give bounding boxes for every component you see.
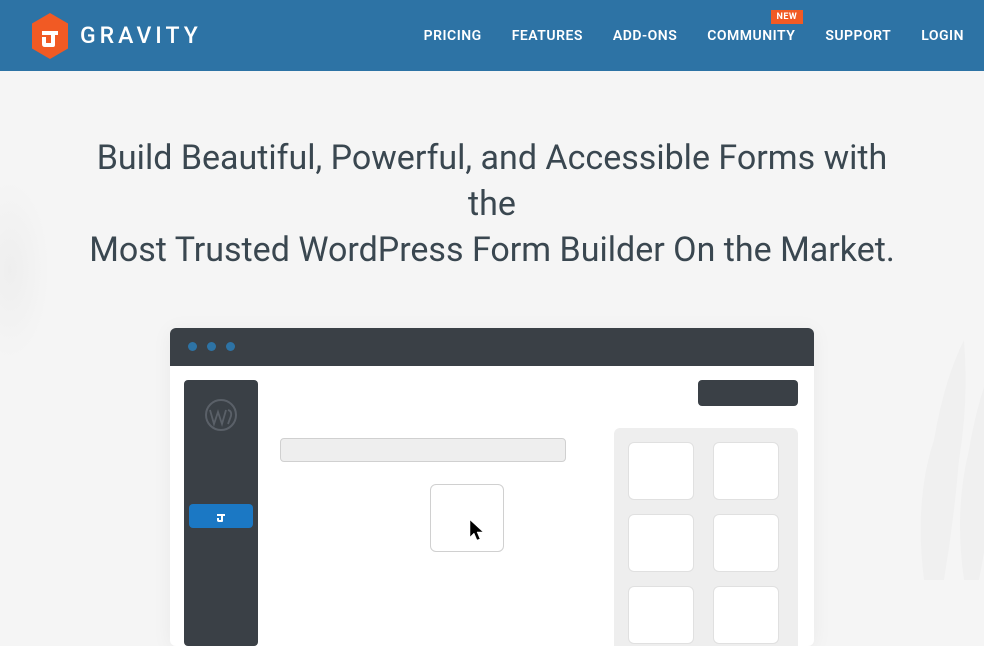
nav-login[interactable]: LOGIN [921,28,964,44]
hero-title-line1: Build Beautiful, Powerful, and Accessibl… [97,138,887,224]
nav-addons[interactable]: ADD-ONS [613,28,677,44]
nav-support[interactable]: SUPPORT [825,28,891,44]
window-dot-3 [226,342,235,351]
site-header: GRAVITY PRICING FEATURES ADD-ONS NEW COM… [0,0,984,71]
browser-titlebar [170,328,814,366]
form-field-placeholder [280,438,566,462]
field-item [713,442,779,500]
browser-content [170,366,814,646]
new-badge: NEW [771,10,804,24]
hero-section: Build Beautiful, Powerful, and Accessibl… [0,71,984,646]
nav-features[interactable]: FEATURES [512,28,583,44]
field-panel [614,380,798,646]
nav-community[interactable]: NEW COMMUNITY [707,28,795,44]
gravity-logo-icon [30,13,70,59]
field-item [628,514,694,572]
window-dot-1 [188,342,197,351]
gravity-small-icon [214,509,228,523]
main-nav: PRICING FEATURES ADD-ONS NEW COMMUNITY S… [424,28,964,44]
wp-sidebar-active-item [189,504,253,528]
cursor-icon [469,519,487,543]
field-item [713,514,779,572]
nav-community-label: COMMUNITY [707,28,795,44]
field-item [628,442,694,500]
field-item [713,586,779,644]
wordpress-sidebar [184,380,258,646]
brand-name: GRAVITY [80,22,202,49]
wordpress-logo-icon [204,398,238,432]
hero-title-line2: Most Trusted WordPress Form Builder On t… [82,228,902,274]
field-grid [614,428,798,646]
field-item [628,586,694,644]
field-panel-header [698,380,798,406]
nav-pricing[interactable]: PRICING [424,28,482,44]
window-dot-2 [207,342,216,351]
hero-title: Build Beautiful, Powerful, and Accessibl… [82,136,902,274]
brand-logo[interactable]: GRAVITY [30,13,202,59]
browser-mockup [170,328,814,646]
form-drop-target [430,484,504,552]
form-canvas [280,380,592,646]
